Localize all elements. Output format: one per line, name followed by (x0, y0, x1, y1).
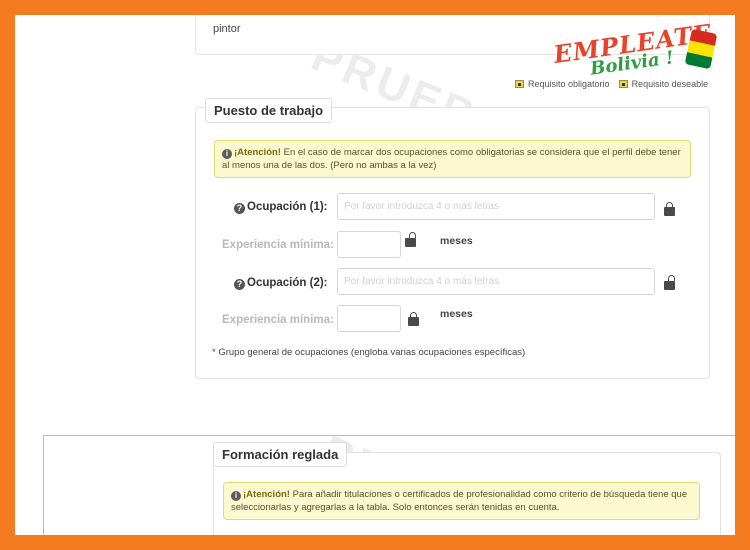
alert-strong: ¡Atención! (243, 489, 290, 500)
experience-2-label: Experiencia mínima: (222, 314, 334, 326)
formacion-alert: i ¡Atención! Para añadir titulaciones o c… (223, 482, 700, 520)
puesto-section-title: Puesto de trabajo (205, 98, 333, 123)
lock-icon[interactable] (664, 275, 675, 290)
formacion-section-title: Formación reglada (213, 442, 348, 467)
occupation-2-input[interactable] (337, 268, 655, 295)
legend-desirable: Requisito deseable (631, 79, 709, 89)
occupation-group-note: * Grupo general de ocupaciones (engloba … (212, 347, 526, 358)
occupation-1-label: ? Ocupación (1): (234, 201, 328, 214)
occupation-1-label-text: Ocupación (1): (247, 201, 328, 213)
required-swatch-icon (515, 80, 524, 88)
lock-icon[interactable] (408, 312, 419, 326)
help-icon[interactable]: ? (234, 279, 245, 290)
experience-2-unit: meses (440, 308, 473, 320)
experience-2-input[interactable] (337, 305, 401, 332)
experience-1-input[interactable] (337, 231, 401, 258)
experience-1-unit: meses (440, 235, 473, 247)
alert-strong: ¡Atención! (234, 147, 281, 158)
experience-1-label: Experiencia mínima: (222, 239, 334, 251)
puesto-alert: i ¡Atención! En el caso de marcar dos ocu… (214, 140, 691, 178)
requirement-legend: Requisito obligatorio Requisito deseable (515, 79, 708, 89)
legend-required: Requisito obligatorio (528, 79, 610, 89)
lock-icon[interactable] (664, 202, 675, 216)
occupation-1-input[interactable] (337, 193, 655, 220)
lock-icon[interactable] (405, 232, 416, 247)
alert-text: En el caso de marcar dos ocupaciones com… (222, 147, 681, 171)
help-icon[interactable]: ? (234, 203, 245, 214)
info-icon: i (231, 491, 241, 501)
alert-text: Para añadir titulaciones o certificados … (231, 489, 688, 513)
occupation-2-label-text: Ocupación (2): (247, 277, 328, 289)
desirable-swatch-icon (618, 80, 628, 88)
occupation-2-label: ? Ocupación (2): (234, 277, 328, 290)
previous-section-value: pintor (213, 23, 241, 35)
empleate-bolivia-logo: EMPLEATE Bolivia ! (545, 18, 718, 80)
page-frame: PRUEBAS PRUEBAS PRUEBAS PRUEBAS pintor E… (15, 15, 735, 535)
info-icon: i (222, 149, 232, 159)
